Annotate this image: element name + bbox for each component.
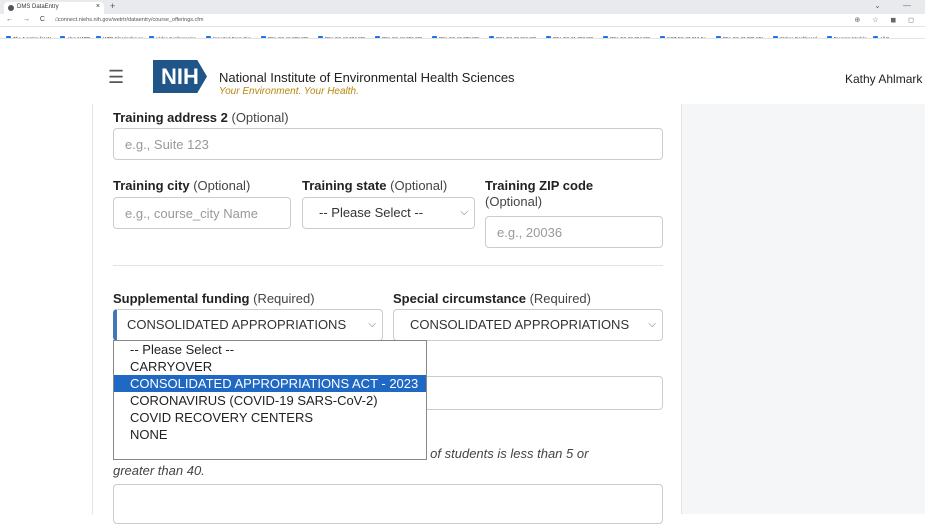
address-bar-icons[interactable]: ⊕ ☆ ◼ ◻ bbox=[854, 16, 919, 24]
bookmark-item[interactable]: All B bbox=[873, 36, 889, 38]
tab-title: DMS DataEntry bbox=[17, 4, 59, 10]
bookmark-item[interactable]: Webco Dashboard... bbox=[773, 36, 821, 38]
dropdown-option[interactable]: COVID RECOVERY CENTERS bbox=[114, 409, 426, 426]
browser-tab-bar: DMS DataEntry × + ⌄ — bbox=[0, 0, 925, 14]
dropdown-option[interactable]: NONE bbox=[114, 426, 426, 443]
browser-tab[interactable]: DMS DataEntry × bbox=[4, 2, 104, 14]
zip-input[interactable]: e.g., 20036 bbox=[485, 216, 663, 248]
bookmark-item[interactable]: RFA-ES-20-012 SBI... bbox=[489, 36, 540, 38]
funding-dropdown-list: -- Please Select -- CARRYOVER CONSOLIDATED… bbox=[113, 340, 427, 460]
dropdown-option[interactable]: -- Please Select -- bbox=[114, 341, 426, 358]
state-label: Training state (Optional) bbox=[302, 178, 448, 193]
window-controls[interactable]: ⌄ — bbox=[874, 1, 921, 10]
chevron-down-icon: ⌵ bbox=[460, 207, 468, 218]
bookmark-item[interactable]: Program Module bbox=[827, 36, 867, 38]
zip-label: Training ZIP code bbox=[485, 178, 594, 193]
state-select-value: -- Please Select -- bbox=[319, 205, 424, 220]
bookmark-item[interactable]: RFA-ES-17-004 SBI... bbox=[318, 36, 369, 38]
user-name[interactable]: Kathy Ahlmark bbox=[845, 72, 922, 86]
bookmark-item[interactable]: Video Conferencing... bbox=[149, 36, 199, 38]
background-input[interactable] bbox=[393, 376, 663, 410]
dropdown-option[interactable]: CARRYOVER bbox=[114, 358, 426, 375]
bookmark-item[interactable]: RFA-ES-21-003 SBI... bbox=[546, 36, 597, 38]
city-label: Training city (Optional) bbox=[113, 178, 251, 193]
tab-close-icon[interactable]: × bbox=[96, 3, 100, 10]
address2-input[interactable]: e.g., Suite 123 bbox=[113, 128, 663, 160]
org-name: National Institute of Environmental Heal… bbox=[219, 70, 515, 85]
bookmark-item[interactable]: About WTP bbox=[60, 36, 90, 38]
hamburger-menu-icon[interactable]: ☰ bbox=[108, 67, 124, 88]
nih-logo[interactable]: NIH bbox=[153, 60, 207, 93]
bookmark-item[interactable]: RFA-ES-23-005 SBI... bbox=[716, 36, 767, 38]
new-tab-icon[interactable]: + bbox=[110, 1, 115, 11]
address2-label: Training address 2 (Optional) bbox=[113, 110, 289, 125]
note-text: er of students is less than 5 or bbox=[415, 446, 589, 461]
special-select[interactable]: CONSOLIDATED APPROPRIATIONS ⌵ bbox=[393, 309, 663, 341]
bookmark-item[interactable]: NOT-ES-23-012 Fo... bbox=[660, 36, 710, 38]
justification-textarea[interactable] bbox=[113, 484, 663, 524]
nav-buttons[interactable]: ← → C ⌂ bbox=[6, 16, 63, 23]
bookmarks-bar: The Junction for W... About WTP WTP Cleari… bbox=[0, 27, 925, 39]
bookmark-item[interactable]: RFA-ES-22-004 SBI... bbox=[603, 36, 654, 38]
chevron-down-icon: ⌵ bbox=[648, 319, 656, 330]
funding-label: Supplemental funding (Required) bbox=[113, 291, 315, 306]
bookmark-item[interactable]: WTP Clearinghouse bbox=[96, 36, 143, 38]
dropdown-option[interactable]: CORONAVIRUS (COVID-19 SARS-CoV-2) bbox=[114, 392, 426, 409]
bookmark-item[interactable]: RFA-ES-18-006 SBI... bbox=[375, 36, 426, 38]
zip-optional: (Optional) bbox=[485, 194, 543, 209]
url-field[interactable]: connect.niehs.nih.gov/wetrtr/dataentry/c… bbox=[58, 17, 203, 23]
special-label: Special circumstance (Required) bbox=[393, 291, 591, 306]
site-header: ☰ NIH National Institute of Environmenta… bbox=[0, 52, 925, 104]
funding-select[interactable]: CONSOLIDATED APPROPRIATIONS ⌵ bbox=[113, 309, 383, 341]
state-select[interactable]: -- Please Select -- ⌵ bbox=[302, 197, 475, 229]
section-divider bbox=[113, 265, 663, 266]
note-text-continued: greater than 40. bbox=[113, 463, 205, 478]
city-input[interactable]: e.g., course_city Name bbox=[113, 197, 291, 229]
funding-select-value: CONSOLIDATED APPROPRIATIONS bbox=[127, 317, 347, 332]
bookmark-item[interactable]: The Junction for W... bbox=[6, 36, 54, 38]
bookmark-item[interactable]: RFA-ES-19-008 SBI... bbox=[261, 36, 312, 38]
chevron-down-icon: ⌵ bbox=[368, 319, 376, 330]
tab-favicon-icon bbox=[8, 5, 14, 11]
address-bar: ← → C ⌂ connect.niehs.nih.gov/wetrtr/dat… bbox=[0, 14, 925, 27]
bookmark-item[interactable]: RFA-ES-19-008 SBI... bbox=[432, 36, 483, 38]
special-select-value: CONSOLIDATED APPROPRIATIONS bbox=[410, 317, 630, 332]
tagline: Your Environment. Your Health. bbox=[219, 86, 359, 97]
bookmark-item[interactable]: Imported From Fire... bbox=[206, 36, 255, 38]
right-panel bbox=[681, 104, 925, 514]
dropdown-option[interactable]: CONSOLIDATED APPROPRIATIONS ACT - 2023 bbox=[114, 375, 426, 392]
